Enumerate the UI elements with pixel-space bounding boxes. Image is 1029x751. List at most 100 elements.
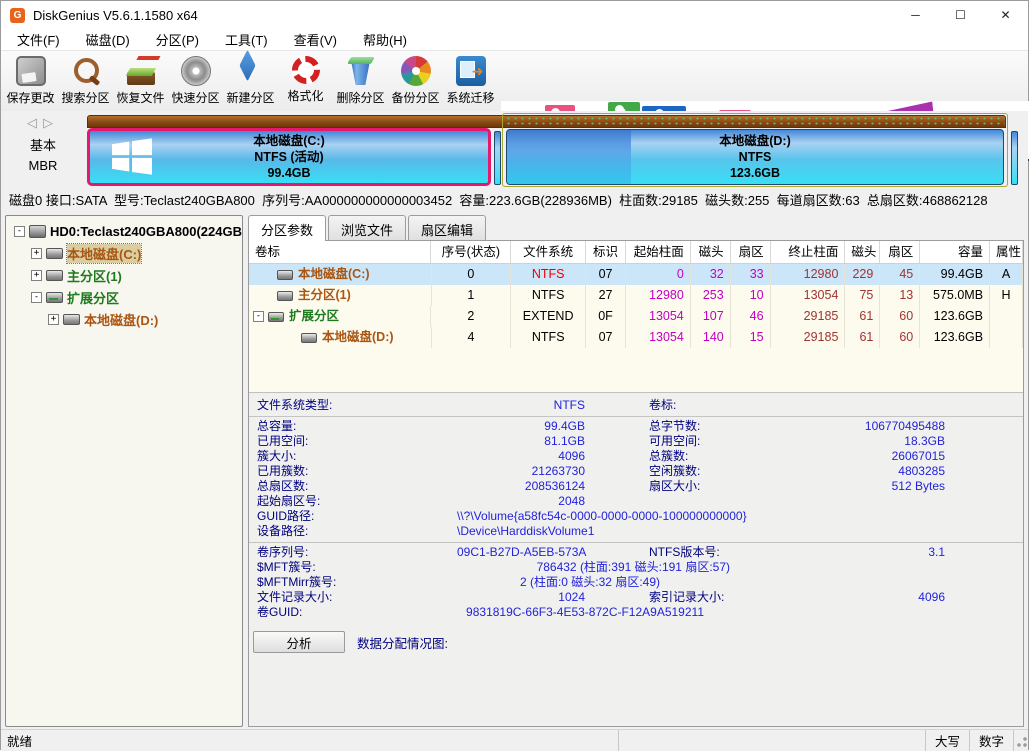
detail-label: 已用簇数: — [257, 464, 457, 479]
cell-容量: 99.4GB — [920, 264, 990, 285]
recover-files-button[interactable]: 恢复文件 — [113, 51, 168, 111]
small-partition-sliver[interactable] — [494, 131, 501, 185]
detail-value: 4096 — [797, 590, 945, 605]
cell-序号(状态): 4 — [432, 327, 512, 348]
detail-label: 文件系统类型: — [257, 398, 457, 413]
main-panel: 分区参数浏览文件扇区编辑 卷标序号(状态)文件系统标识起始柱面磁头扇区终止柱面磁… — [248, 215, 1024, 727]
tree-item-本地磁盘(D:)[interactable]: +本地磁盘(D:) — [6, 308, 242, 330]
expander-icon[interactable]: - — [253, 311, 264, 322]
cell-终止柱面: 29185 — [771, 306, 846, 327]
column-header-6[interactable]: 扇区 — [731, 241, 771, 263]
status-ready: 就绪 — [1, 730, 619, 751]
cell-标识: 07 — [586, 264, 626, 285]
expander-icon[interactable]: + — [31, 270, 42, 281]
tree-item-本地磁盘(C:)[interactable]: +本地磁盘(C:) — [6, 242, 242, 264]
volume-name: 主分区(1) — [298, 285, 351, 306]
format-button[interactable]: 格式化 — [278, 51, 333, 111]
detail-value: 786432 (柱面:391 磁头:191 扇区:57) — [457, 560, 730, 575]
minimize-button[interactable]: ─ — [893, 1, 938, 29]
tab-0[interactable]: 分区参数 — [248, 215, 326, 241]
cell-扇区: 46 — [731, 306, 771, 327]
column-header-11[interactable]: 属性 — [990, 241, 1023, 263]
partition-c-name: 本地磁盘(C:) — [253, 133, 325, 149]
cell-磁头: 61 — [845, 327, 880, 348]
detail-value: 4096 — [457, 449, 585, 464]
prev-disk-icon[interactable]: ◁ — [27, 115, 43, 130]
expander-icon[interactable]: + — [48, 314, 59, 325]
menu-item-2[interactable]: 分区(P) — [146, 28, 209, 51]
toolbar-button-label: 备份分区 — [391, 89, 439, 106]
volume-name: 扩展分区 — [289, 306, 339, 327]
detail-row: 文件系统类型:NTFS卷标: — [249, 398, 1023, 413]
cell-属性: H — [990, 285, 1023, 306]
partition-d-box[interactable]: 本地磁盘(D:) NTFS 123.6GB — [506, 129, 1004, 185]
row-volume-cell: 本地磁盘(D:) — [249, 327, 432, 348]
detail-row: 设备路径:\Device\HarddiskVolume1 — [249, 524, 1023, 539]
detail-row: 已用空间:81.1GB可用空间:18.3GB — [249, 434, 1023, 449]
detail-label: 总字节数: — [649, 419, 797, 434]
tree-item-主分区(1)[interactable]: +主分区(1) — [6, 264, 242, 286]
tree-item-HD0:Teclast240GBA800(224GB)[interactable]: - HD0:Teclast240GBA800(224GB) — [6, 220, 242, 242]
partition-c-box[interactable]: 本地磁盘(C:) NTFS (活动) 99.4GB — [87, 128, 491, 186]
column-header-3[interactable]: 标识 — [586, 241, 626, 263]
menu-item-5[interactable]: 帮助(H) — [353, 28, 417, 51]
column-header-1[interactable]: 序号(状态) — [431, 241, 511, 263]
drive-icon — [277, 291, 293, 301]
small-partition-sliver[interactable] — [1011, 131, 1018, 185]
status-bar: 就绪 大写 数字 — [1, 729, 1028, 751]
column-header-9[interactable]: 扇区 — [880, 241, 920, 263]
tree-item-扩展分区[interactable]: -扩展分区 — [6, 286, 242, 308]
menu-item-3[interactable]: 工具(T) — [215, 28, 278, 51]
table-row[interactable]: -扩展分区2EXTEND0F1305410746291856160123.6GB — [249, 306, 1023, 327]
status-caps: 大写 — [926, 730, 970, 751]
column-header-4[interactable]: 起始柱面 — [626, 241, 691, 263]
column-header-7[interactable]: 终止柱面 — [771, 241, 846, 263]
column-header-5[interactable]: 磁头 — [691, 241, 731, 263]
search-partition-button[interactable]: 搜索分区 — [58, 51, 113, 111]
cell-磁头: 107 — [691, 306, 731, 327]
detail-label: $MFT簇号: — [257, 560, 457, 575]
maximize-button[interactable]: ☐ — [938, 1, 983, 29]
analyze-button[interactable]: 分析 — [253, 631, 345, 653]
menu-bar: 文件(F) 磁盘(D) 分区(P) 工具(T) 查看(V) 帮助(H) — [1, 29, 1028, 51]
table-row[interactable]: 本地磁盘(D:)4NTFS071305414015291856160123.6G… — [249, 327, 1023, 348]
next-disk-icon[interactable]: ▷ — [43, 115, 59, 130]
system-migration-button[interactable]: 系统迁移 — [443, 51, 498, 111]
quick-partition-button[interactable]: 快速分区 — [168, 51, 223, 111]
column-header-8[interactable]: 磁头 — [845, 241, 880, 263]
cell-起始柱面: 13054 — [626, 306, 691, 327]
resize-grip-icon[interactable] — [1014, 734, 1028, 748]
cell-序号(状态): 1 — [432, 285, 512, 306]
column-header-10[interactable]: 容量 — [920, 241, 990, 263]
delete-partition-button[interactable]: 删除分区 — [333, 51, 388, 111]
windows-logo-icon — [110, 137, 154, 177]
detail-label: 空闲簇数: — [649, 464, 797, 479]
cell-序号(状态): 2 — [431, 306, 511, 327]
new-icon — [236, 56, 266, 86]
tree-item-label: HD0:Teclast240GBA800(224GB) — [50, 224, 243, 239]
table-row[interactable]: 主分区(1)1NTFS271298025310130547513575.0MBH — [249, 285, 1023, 306]
menu-item-1[interactable]: 磁盘(D) — [76, 28, 140, 51]
disk-nav-arrows[interactable]: ◁▷ — [1, 115, 85, 131]
expander-icon[interactable]: - — [14, 226, 25, 237]
column-header-0[interactable]: 卷标 — [249, 241, 431, 263]
expander-icon[interactable]: - — [31, 292, 42, 303]
toolbar-button-label: 格式化 — [287, 87, 323, 104]
table-row[interactable]: 本地磁盘(C:)0NTFS0703233129802294599.4GBA — [249, 264, 1023, 285]
cell-终止柱面: 13054 — [771, 285, 846, 306]
column-header-2[interactable]: 文件系统 — [511, 241, 586, 263]
expander-icon[interactable]: + — [31, 248, 42, 259]
cell-磁头: 75 — [845, 285, 880, 306]
tab-1[interactable]: 浏览文件 — [328, 215, 406, 240]
volume-name: 本地磁盘(D:) — [322, 327, 394, 348]
partition-d-size: 123.6GB — [730, 165, 780, 181]
menu-item-0[interactable]: 文件(F) — [7, 28, 70, 51]
toolbar: 保存更改搜索分区恢复文件快速分区新建分区格式化删除分区备份分区系统迁移 数据丢失… — [1, 51, 1028, 111]
volume-name: 本地磁盘(C:) — [298, 264, 370, 285]
menu-item-4[interactable]: 查看(V) — [284, 28, 347, 51]
backup-partition-button[interactable]: 备份分区 — [388, 51, 443, 111]
new-partition-button[interactable]: 新建分区 — [223, 51, 278, 111]
tab-2[interactable]: 扇区编辑 — [408, 215, 486, 240]
close-button[interactable]: ✕ — [983, 1, 1028, 29]
save-changes-button[interactable]: 保存更改 — [3, 51, 58, 111]
